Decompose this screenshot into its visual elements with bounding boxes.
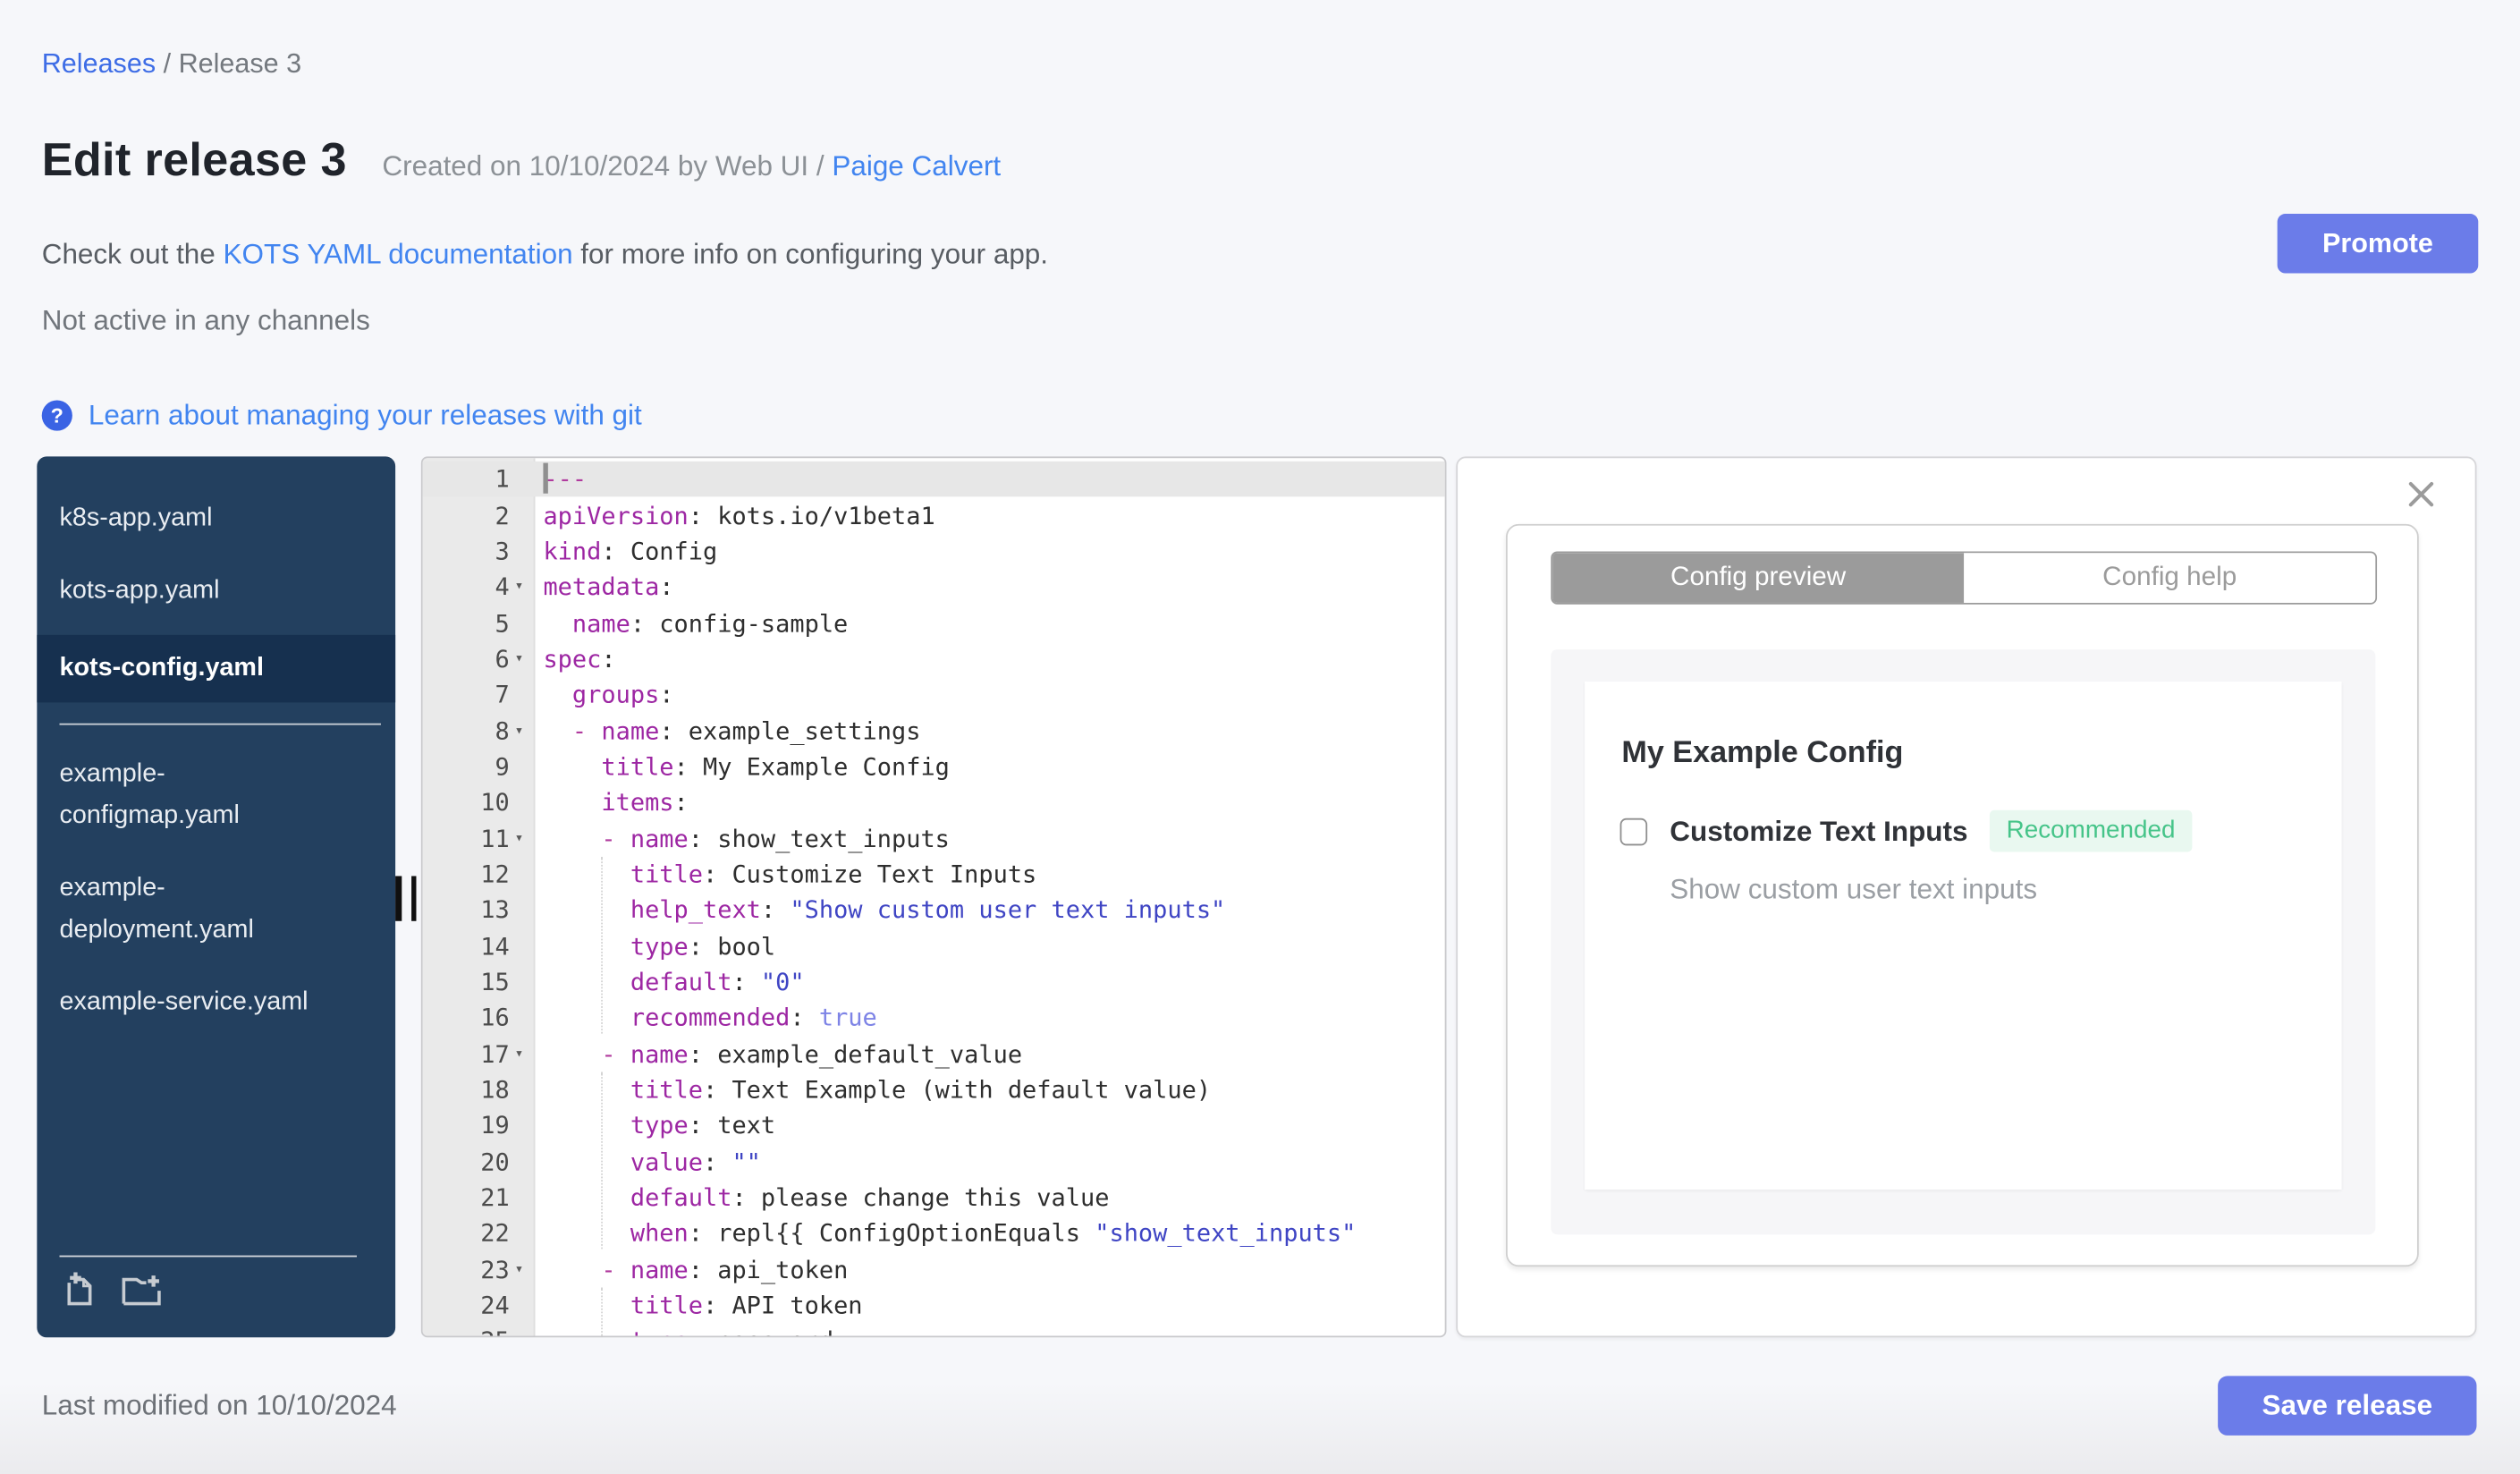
code-line-10[interactable]: 10 items: xyxy=(423,784,1445,820)
breadcrumb-releases-link[interactable]: Releases xyxy=(42,48,156,79)
sidebar-footer xyxy=(37,1255,395,1338)
author-link[interactable]: Paige Calvert xyxy=(832,149,1001,182)
tab-config-preview[interactable]: Config preview xyxy=(1552,553,1965,603)
release-workspace: k8s-app.yaml kots-app.yaml kots-config.yam… xyxy=(0,456,2520,1338)
edit-release-page: Releases / Release 3 Edit release 3 Crea… xyxy=(0,0,2520,1474)
code-line-21[interactable]: 21 default: please change this value xyxy=(423,1180,1445,1216)
kots-yaml-doc-link[interactable]: KOTS YAML documentation xyxy=(224,238,573,270)
yaml-editor[interactable]: 1 --- 2 apiVersion: kots.io/v1beta1 3 kind: C… xyxy=(420,456,1447,1338)
sidebar-footer-divider xyxy=(59,1255,357,1258)
file-item-kots-app.yaml[interactable]: kots-app.yaml xyxy=(37,563,395,621)
file-item-kots-config.yaml[interactable]: kots-config.yaml xyxy=(37,634,396,703)
git-releases-link[interactable]: Learn about managing your releases with … xyxy=(89,399,642,433)
code-line-13[interactable]: 13 help_text: "Show custom user text inp… xyxy=(423,893,1445,928)
created-info: Created on 10/10/2024 by Web UI / Paige … xyxy=(382,149,1002,182)
code-line-11[interactable]: 11 ▾ - name: show_text_inputs xyxy=(423,820,1445,856)
code-line-8[interactable]: 8 ▾ - name: example_settings xyxy=(423,713,1445,749)
config-preview-panel: Config preview Config help My Example Con… xyxy=(1456,456,2477,1338)
promote-button[interactable]: Promote xyxy=(2277,214,2479,274)
code-line-18[interactable]: 18 title: Text Example (with default val… xyxy=(423,1072,1445,1107)
fold-arrow-icon[interactable]: ▾ xyxy=(510,579,529,595)
code-line-14[interactable]: 14 type: bool xyxy=(423,928,1445,964)
preview-body: My Example Config Customize Text Inputs … xyxy=(1551,649,2376,1235)
code-line-6[interactable]: 6 ▾ spec: xyxy=(423,641,1445,677)
code-line-17[interactable]: 17 ▾ - name: example_default_value xyxy=(423,1036,1445,1072)
code-line-20[interactable]: 20 value: "" xyxy=(423,1144,1445,1180)
new-folder-icon[interactable] xyxy=(121,1270,165,1318)
code-line-25[interactable]: 25 type: password xyxy=(423,1324,1445,1335)
fold-arrow-icon[interactable]: ▾ xyxy=(510,651,529,667)
config-group-title: My Example Config xyxy=(1621,736,1904,770)
file-list-divider xyxy=(59,723,381,725)
breadcrumb-separator: / xyxy=(156,47,179,80)
code-line-5[interactable]: 5 name: config-sample xyxy=(423,605,1445,640)
code-line-12[interactable]: 12 title: Customize Text Inputs xyxy=(423,857,1445,893)
fold-arrow-icon[interactable]: ▾ xyxy=(510,1261,529,1277)
file-sidebar: k8s-app.yaml kots-app.yaml kots-config.yam… xyxy=(37,456,396,1338)
code-lines: 1 --- 2 apiVersion: kots.io/v1beta1 3 kind: C… xyxy=(422,461,1445,1335)
file-item-k8s-app.yaml[interactable]: k8s-app.yaml xyxy=(37,490,395,548)
fold-arrow-icon[interactable]: ▾ xyxy=(510,1046,529,1062)
last-modified-text: Last modified on 10/10/2024 xyxy=(41,1388,397,1421)
sidebar-editor-splitter[interactable] xyxy=(395,876,424,921)
config-item-label: Customize Text Inputs xyxy=(1670,814,1968,847)
code-line-23[interactable]: 23 ▾ - name: api_token xyxy=(423,1251,1445,1287)
code-line-3[interactable]: 3 kind: Config xyxy=(423,533,1445,569)
config-item-help-text: Show custom user text inputs xyxy=(1670,872,2038,905)
file-item-example-configmap.yaml[interactable]: example-configmap.yaml xyxy=(37,746,395,845)
tab-config-help[interactable]: Config help xyxy=(1964,553,2376,603)
question-mark-icon: ? xyxy=(41,400,72,431)
breadcrumb-current: Release 3 xyxy=(178,47,302,80)
customize-text-inputs-checkbox[interactable] xyxy=(1619,817,1648,845)
file-item-example-service.yaml[interactable]: example-service.yaml xyxy=(37,974,395,1032)
code-line-4[interactable]: 4 ▾ metadata: xyxy=(423,569,1445,605)
page-title: Edit release 3 xyxy=(41,134,347,187)
code-line-2[interactable]: 2 apiVersion: kots.io/v1beta1 xyxy=(423,497,1445,533)
recommended-badge: Recommended xyxy=(1990,809,2192,852)
code-line-7[interactable]: 7 groups: xyxy=(423,677,1445,713)
fold-arrow-icon[interactable]: ▾ xyxy=(510,830,529,846)
channel-status: Not active in any channels xyxy=(41,303,370,336)
fold-arrow-icon[interactable]: ▾ xyxy=(510,723,529,739)
breadcrumb: Releases / Release 3 xyxy=(42,0,2479,80)
file-list: k8s-app.yaml kots-app.yaml kots-config.yam… xyxy=(37,456,396,1255)
save-release-button[interactable]: Save release xyxy=(2218,1376,2477,1436)
code-line-19[interactable]: 19 type: text xyxy=(423,1108,1445,1144)
preview-tab-group: Config preview Config help xyxy=(1551,551,2378,605)
doc-info: Check out the KOTS YAML documentation fo… xyxy=(41,237,1049,270)
preview-card: Config preview Config help My Example Con… xyxy=(1505,523,2419,1267)
close-icon[interactable] xyxy=(2406,479,2436,510)
code-line-9[interactable]: 9 title: My Example Config xyxy=(423,749,1445,784)
text-cursor xyxy=(543,462,547,494)
config-group-card: My Example Config Customize Text Inputs … xyxy=(1585,682,2342,1190)
code-line-1[interactable]: 1 --- xyxy=(422,461,1445,497)
code-line-16[interactable]: 16 recommended: true xyxy=(423,1000,1445,1036)
file-item-example-deployment.yaml[interactable]: example-deployment.yaml xyxy=(37,860,395,960)
new-file-icon[interactable] xyxy=(59,1270,99,1318)
code-line-22[interactable]: 22 when: repl{{ ConfigOptionEquals "show… xyxy=(423,1216,1445,1251)
code-line-24[interactable]: 24 title: API token xyxy=(423,1287,1445,1323)
code-line-15[interactable]: 15 default: "0" xyxy=(423,964,1445,1000)
